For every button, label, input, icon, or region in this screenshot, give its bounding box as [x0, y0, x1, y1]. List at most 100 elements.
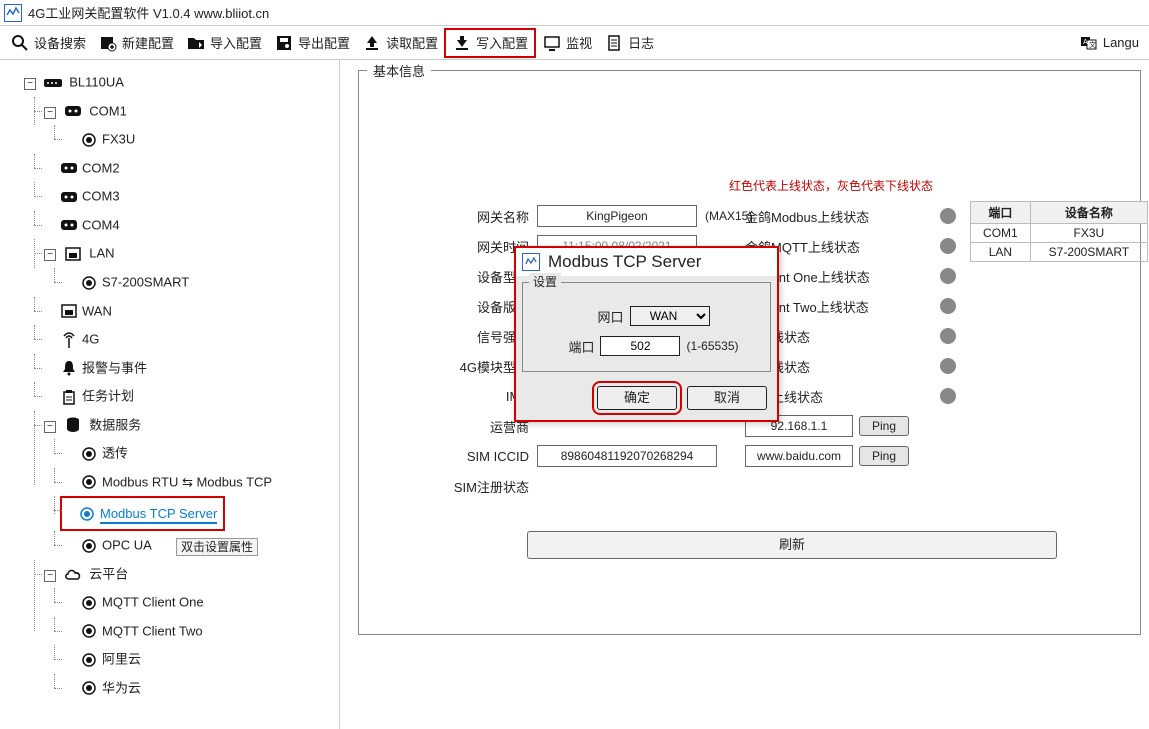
- device-icon: [80, 622, 98, 640]
- tree-root[interactable]: BL110UA: [69, 75, 124, 90]
- value-iccid[interactable]: 89860481192070268294: [537, 445, 717, 467]
- tree-alarm[interactable]: 报警与事件: [82, 360, 147, 375]
- expand-toggle[interactable]: −: [24, 78, 36, 90]
- tree-wan[interactable]: WAN: [82, 303, 112, 318]
- ping-button[interactable]: Ping: [859, 416, 909, 436]
- label-iccid: SIM ICCID: [449, 449, 529, 464]
- port-icon: [60, 216, 78, 234]
- ping-button[interactable]: Ping: [859, 446, 909, 466]
- modbus-tcp-server-dialog: Modbus TCP Server 设置 网口 WAN 端口 (1-65535): [514, 246, 779, 422]
- antenna-icon: [60, 331, 78, 349]
- status-dot: [940, 268, 956, 284]
- host-input[interactable]: www.baidu.com: [745, 445, 853, 467]
- sim-status-dot: [537, 478, 553, 494]
- toolbar-export[interactable]: 导出配置: [268, 28, 356, 58]
- expand-toggle[interactable]: −: [44, 249, 56, 261]
- label-sim-reg: SIM注册状态: [429, 477, 529, 496]
- tree-opcua[interactable]: OPC UA: [102, 538, 152, 553]
- cancel-button[interactable]: 取消: [687, 386, 767, 410]
- net-select[interactable]: WAN: [630, 306, 710, 326]
- tree-mqtt1[interactable]: MQTT Client One: [102, 595, 204, 610]
- tree-huawei[interactable]: 华为云: [102, 680, 141, 695]
- expand-toggle[interactable]: −: [44, 570, 56, 582]
- tree-s7[interactable]: S7-200SMART: [102, 275, 189, 290]
- bell-icon: [60, 359, 78, 377]
- dialog-title: Modbus TCP Server: [548, 252, 701, 272]
- expand-toggle[interactable]: −: [44, 107, 56, 119]
- upload-icon: [362, 33, 382, 53]
- toolbar-import[interactable]: 导入配置: [180, 28, 268, 58]
- tooltip: 双击设置属性: [176, 538, 258, 556]
- basic-info-group: 基本信息 红色代表上线状态，灰色代表下线状态 网关名称KingPigeon(MA…: [358, 70, 1141, 635]
- tree-ali[interactable]: 阿里云: [102, 652, 141, 667]
- toolbar-log[interactable]: 日志: [598, 28, 660, 58]
- title-bar: 4G工业网关配置软件 V1.0.4 www.bliiot.cn: [0, 0, 1149, 26]
- import-icon: [186, 33, 206, 53]
- status-dot: [940, 358, 956, 374]
- status-dot: [940, 238, 956, 254]
- device-icon: [80, 679, 98, 697]
- toolbar-monitor[interactable]: 监视: [536, 28, 598, 58]
- toolbar-language[interactable]: A文 Langu: [1073, 28, 1145, 58]
- device-icon: [80, 445, 98, 463]
- log-icon: [604, 33, 624, 53]
- tree-4g[interactable]: 4G: [82, 332, 99, 347]
- dialog-title-bar[interactable]: Modbus TCP Server: [516, 248, 777, 276]
- tree-lan[interactable]: LAN: [89, 246, 114, 261]
- svg-text:文: 文: [1089, 40, 1096, 49]
- tree-com3[interactable]: COM3: [82, 189, 120, 204]
- status-dot: [940, 388, 956, 404]
- app-title: 4G工业网关配置软件 V1.0.4 www.bliiot.cn: [28, 3, 269, 22]
- tree-modbus-rtu-tcp[interactable]: Modbus RTU ⇆ Modbus TCP: [102, 474, 272, 489]
- config-panel: 基本信息 红色代表上线状态，灰色代表下线状态 网关名称KingPigeon(MA…: [340, 60, 1149, 729]
- refresh-button[interactable]: 刷新: [527, 531, 1057, 559]
- label-gw-name: 网关名称: [449, 207, 529, 226]
- th-device[interactable]: 设备名称: [1030, 202, 1147, 224]
- tree-mqtt2[interactable]: MQTT Client Two: [102, 623, 203, 638]
- app-icon: [522, 253, 540, 271]
- language-icon: A文: [1079, 33, 1099, 53]
- toolbar-search[interactable]: 设备搜索: [4, 28, 92, 58]
- tree-modbus-tcp-server[interactable]: Modbus TCP Server: [100, 506, 217, 524]
- tree-com4[interactable]: COM4: [82, 217, 120, 232]
- toolbar-new[interactable]: 新建配置: [92, 28, 180, 58]
- new-icon: [98, 33, 118, 53]
- status-modbus-label: 金鸽Modbus上线状态: [745, 207, 940, 226]
- label-net: 网口: [584, 307, 624, 326]
- dialog-group-title: 设置: [529, 273, 561, 290]
- tree-passthrough[interactable]: 透传: [102, 446, 128, 461]
- gateway-icon: [44, 74, 62, 92]
- port-icon: [60, 159, 78, 177]
- port-icon: [64, 102, 82, 120]
- device-icon: [80, 274, 98, 292]
- port-hint: (1-65535): [686, 339, 738, 353]
- device-icon: [80, 651, 98, 669]
- status-dot: [940, 298, 956, 314]
- device-icon: [80, 473, 98, 491]
- device-table: 端口设备名称 COM1FX3U LANS7-200SMART: [970, 201, 1148, 262]
- value-gw-name[interactable]: KingPigeon: [537, 205, 697, 227]
- tree-com1[interactable]: COM1: [89, 103, 127, 118]
- tree-fx3u[interactable]: FX3U: [102, 132, 135, 147]
- toolbar-write[interactable]: 写入配置: [444, 28, 536, 58]
- tree-task[interactable]: 任务计划: [82, 389, 134, 404]
- database-icon: [64, 416, 82, 434]
- toolbar-read[interactable]: 读取配置: [356, 28, 444, 58]
- th-port[interactable]: 端口: [971, 202, 1031, 224]
- label-port: 端口: [554, 337, 594, 356]
- ok-button[interactable]: 确定: [597, 386, 677, 410]
- wan-icon: [60, 302, 78, 320]
- svg-text:A: A: [1083, 39, 1088, 46]
- tree-cloud[interactable]: 云平台: [89, 566, 128, 581]
- tree-data-service[interactable]: 数据服务: [89, 417, 141, 432]
- tree-com2[interactable]: COM2: [82, 160, 120, 175]
- device-tree[interactable]: − BL110UA − COM1 FX3U COM2 COM3 COM4: [0, 60, 340, 729]
- search-icon: [10, 33, 30, 53]
- expand-toggle[interactable]: −: [44, 421, 56, 433]
- table-row[interactable]: LANS7-200SMART: [971, 243, 1148, 262]
- port-input[interactable]: [600, 336, 680, 356]
- table-row[interactable]: COM1FX3U: [971, 224, 1148, 243]
- lan-icon: [64, 245, 82, 263]
- export-icon: [274, 33, 294, 53]
- device-icon: [80, 537, 98, 555]
